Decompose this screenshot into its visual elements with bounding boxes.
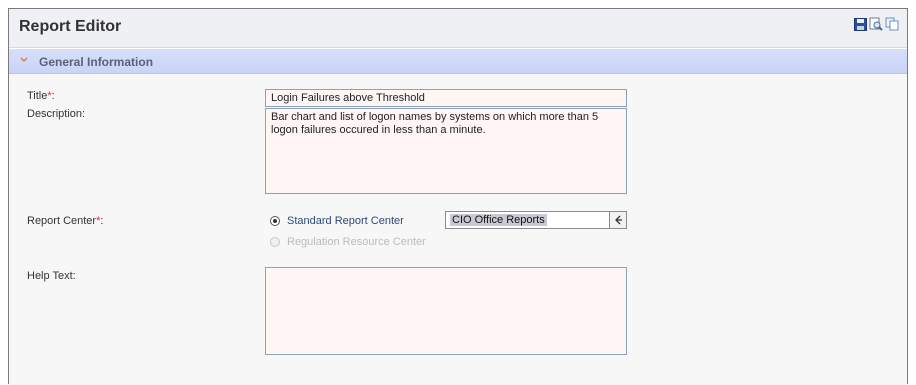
preview-icon[interactable] — [869, 17, 883, 31]
copy-icon[interactable] — [885, 17, 899, 31]
help-text-label: Help Text: — [27, 270, 76, 282]
radio-button — [270, 237, 280, 247]
dropdown-icon[interactable] — [609, 212, 626, 228]
report-center-label: Report Center*: — [27, 215, 104, 227]
help-text-textarea[interactable] — [265, 267, 627, 355]
report-editor-window: Report Editor General Information Title*… — [8, 8, 908, 385]
chevron-down-icon — [20, 57, 28, 62]
title-label: Title*: — [27, 90, 55, 102]
form-panel: Title*: Description: Bar chart and list … — [9, 74, 907, 385]
selected-value: CIO Office Reports — [450, 214, 547, 226]
save-icon[interactable] — [853, 17, 867, 31]
page-title: Report Editor — [19, 18, 122, 35]
description-label: Description: — [27, 108, 86, 120]
toolbar — [853, 17, 899, 31]
general-information-header[interactable]: General Information — [9, 49, 907, 74]
title-input[interactable] — [265, 89, 627, 107]
radio-standard-report-center[interactable]: Standard Report Center — [270, 215, 404, 227]
radio-button[interactable] — [270, 216, 280, 226]
radio-regulation-resource-center: Regulation Resource Center — [270, 236, 426, 248]
description-textarea[interactable]: Bar chart and list of logon names by sys… — [265, 108, 627, 194]
report-center-select[interactable]: CIO Office Reports — [445, 211, 627, 229]
section-title: General Information — [39, 55, 154, 69]
title-bar: Report Editor — [9, 9, 907, 48]
